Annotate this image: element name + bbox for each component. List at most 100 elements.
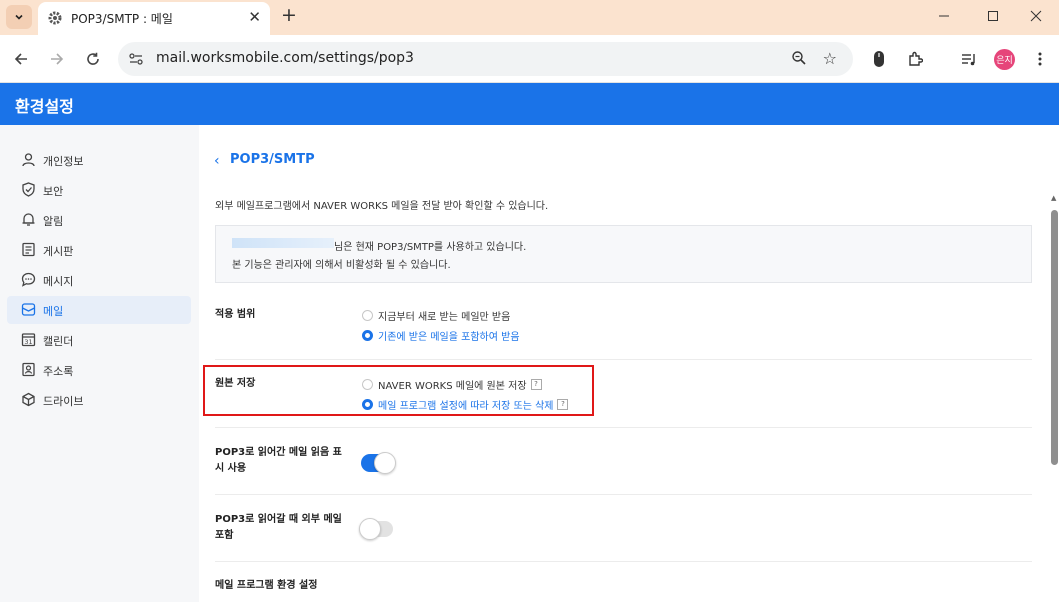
arrow-right-icon xyxy=(51,53,64,65)
shield-icon xyxy=(22,182,35,197)
tab-title: POP3/SMTP : 메일 xyxy=(71,12,173,26)
app-header: 환경설정 xyxy=(0,83,1059,125)
redacted-user-id xyxy=(232,238,334,248)
radio-checked-icon xyxy=(362,398,373,410)
main-content: ‹ POP3/SMTP 외부 메일프로그램에서 NAVER WORKS 메일을 … xyxy=(199,125,1059,602)
scope-option-1-label: 지금부터 새로 받는 메일만 받음 xyxy=(378,311,511,323)
close-icon xyxy=(1030,10,1042,22)
divider xyxy=(215,427,1032,428)
notice-line-1: 님은 현재 POP3/SMTP를 사용하고 있습니다. xyxy=(334,242,527,253)
radio-unchecked-icon xyxy=(362,309,373,321)
minimize-button[interactable] xyxy=(921,4,967,28)
scope-option-2-label: 기존에 받은 메일을 포함하여 받음 xyxy=(378,331,520,343)
scope-option-new-only[interactable]: 지금부터 새로 받는 메일만 받음 xyxy=(362,308,511,323)
radio-checked-icon xyxy=(362,329,373,341)
settings-sidebar: 개인정보 보안 알림 게시판 메시지 메일 31 캘린더 주소록 드라이브 xyxy=(0,125,199,602)
drive-icon xyxy=(22,392,35,407)
media-control-icon[interactable] xyxy=(959,49,979,69)
chat-icon xyxy=(21,272,36,287)
page-title: POP3/SMTP xyxy=(230,152,315,167)
bookmark-star-icon[interactable]: ☆ xyxy=(823,49,837,68)
scope-option-include-existing[interactable]: 기존에 받은 메일을 포함하여 받음 xyxy=(362,328,520,343)
help-icon[interactable]: ? xyxy=(557,398,569,410)
maximize-icon xyxy=(988,11,998,21)
mail-icon xyxy=(21,303,36,316)
sidebar-item-label: 보안 xyxy=(43,185,64,198)
divider xyxy=(215,359,1032,360)
profile-avatar[interactable]: 은지 xyxy=(994,49,1015,70)
usage-notice-box: 님은 현재 POP3/SMTP를 사용하고 있습니다. 본 기능은 관리자에 의… xyxy=(215,225,1032,283)
board-icon xyxy=(22,242,35,257)
forward-button[interactable] xyxy=(45,47,69,71)
chevron-down-icon xyxy=(15,14,23,20)
tab-search-button[interactable] xyxy=(6,5,32,29)
sidebar-item-security[interactable]: 보안 xyxy=(7,176,191,204)
extensions-puzzle-icon[interactable] xyxy=(905,49,925,69)
person-icon xyxy=(22,153,35,167)
calendar-day-text: 31 xyxy=(24,338,32,346)
minimize-icon xyxy=(939,15,949,17)
original-option-follow-program[interactable]: 메일 프로그램 설정에 따라 저장 또는 삭제 ? xyxy=(362,397,569,412)
contacts-icon xyxy=(22,362,35,377)
original-option-save-in-works[interactable]: NAVER WORKS 메일에 원본 저장 ? xyxy=(362,377,542,392)
radio-unchecked-icon xyxy=(362,378,373,390)
sidebar-item-calendar[interactable]: 31 캘린더 xyxy=(7,326,191,354)
browser-tab-strip: POP3/SMTP : 메일 ✕ + xyxy=(0,0,1059,35)
more-menu-icon[interactable] xyxy=(1030,49,1050,69)
external-mail-label: POP3로 읽어갈 때 외부 메일 포함 xyxy=(215,514,342,541)
sidebar-item-contacts[interactable]: 주소록 xyxy=(7,356,191,384)
sidebar-item-mail[interactable]: 메일 xyxy=(7,296,191,324)
back-chevron-icon[interactable]: ‹ xyxy=(214,153,220,169)
sidebar-item-label: 개인정보 xyxy=(43,155,84,168)
page-scrollbar[interactable]: ▲ xyxy=(1050,190,1059,602)
url-text: mail.worksmobile.com/settings/pop3 xyxy=(156,50,414,66)
read-mark-label: POP3로 읽어간 메일 읽음 표시 사용 xyxy=(215,447,342,474)
bell-icon xyxy=(22,213,35,226)
sidebar-item-label: 드라이브 xyxy=(43,395,84,408)
site-settings-icon xyxy=(129,53,143,65)
close-window-button[interactable] xyxy=(1013,4,1059,28)
divider xyxy=(215,494,1032,495)
sidebar-item-profile[interactable]: 개인정보 xyxy=(7,146,191,174)
reload-button[interactable] xyxy=(81,47,105,71)
app-title: 환경설정 xyxy=(15,97,74,116)
help-icon[interactable]: ? xyxy=(530,378,542,390)
sidebar-item-messages[interactable]: 메시지 xyxy=(7,266,191,294)
toggle-knob xyxy=(374,452,396,474)
divider xyxy=(215,561,1032,562)
sidebar-item-label: 주소록 xyxy=(43,365,74,378)
scope-label: 적용 범위 xyxy=(215,309,256,320)
arrow-left-icon xyxy=(14,53,27,65)
original-storage-label: 원본 저장 xyxy=(215,378,256,389)
notice-line-2: 본 기능은 관리자에 의해서 비활성화 될 수 있습니다. xyxy=(232,260,451,271)
extension-mouse-icon[interactable] xyxy=(869,49,889,69)
sidebar-item-drive[interactable]: 드라이브 xyxy=(7,386,191,414)
toggle-knob xyxy=(359,518,381,540)
read-mark-toggle[interactable] xyxy=(361,452,396,474)
browser-toolbar: mail.worksmobile.com/settings/pop3 ☆ 은지 xyxy=(0,35,1059,83)
original-option-1-label: NAVER WORKS 메일에 원본 저장 xyxy=(378,380,527,392)
sidebar-item-label: 메일 xyxy=(43,305,64,318)
original-option-2-label: 메일 프로그램 설정에 따라 저장 또는 삭제 xyxy=(378,400,554,412)
sidebar-item-notifications[interactable]: 알림 xyxy=(7,206,191,234)
sidebar-item-label: 게시판 xyxy=(43,245,74,258)
sidebar-item-label: 캘린더 xyxy=(43,335,74,348)
calendar-icon: 31 xyxy=(21,333,36,347)
address-bar[interactable]: mail.worksmobile.com/settings/pop3 ☆ xyxy=(118,42,853,76)
zoom-icon[interactable] xyxy=(791,50,807,66)
reload-icon xyxy=(87,52,99,65)
new-tab-button[interactable]: + xyxy=(281,4,297,26)
browser-tab[interactable]: POP3/SMTP : 메일 ✕ xyxy=(38,2,270,35)
back-button[interactable] xyxy=(9,47,33,71)
gear-icon xyxy=(48,11,62,25)
page-description: 외부 메일프로그램에서 NAVER WORKS 메일을 전달 받아 확인할 수 … xyxy=(215,201,549,212)
program-settings-label: 메일 프로그램 환경 설정 xyxy=(215,580,318,591)
sidebar-item-label: 메시지 xyxy=(43,275,74,288)
sidebar-item-board[interactable]: 게시판 xyxy=(7,236,191,264)
scroll-up-arrow-icon[interactable]: ▲ xyxy=(1051,194,1056,202)
close-icon[interactable]: ✕ xyxy=(248,8,261,26)
scrollbar-thumb[interactable] xyxy=(1051,210,1058,465)
maximize-button[interactable] xyxy=(970,4,1016,28)
sidebar-item-label: 알림 xyxy=(43,215,64,228)
external-mail-toggle[interactable] xyxy=(359,518,393,540)
